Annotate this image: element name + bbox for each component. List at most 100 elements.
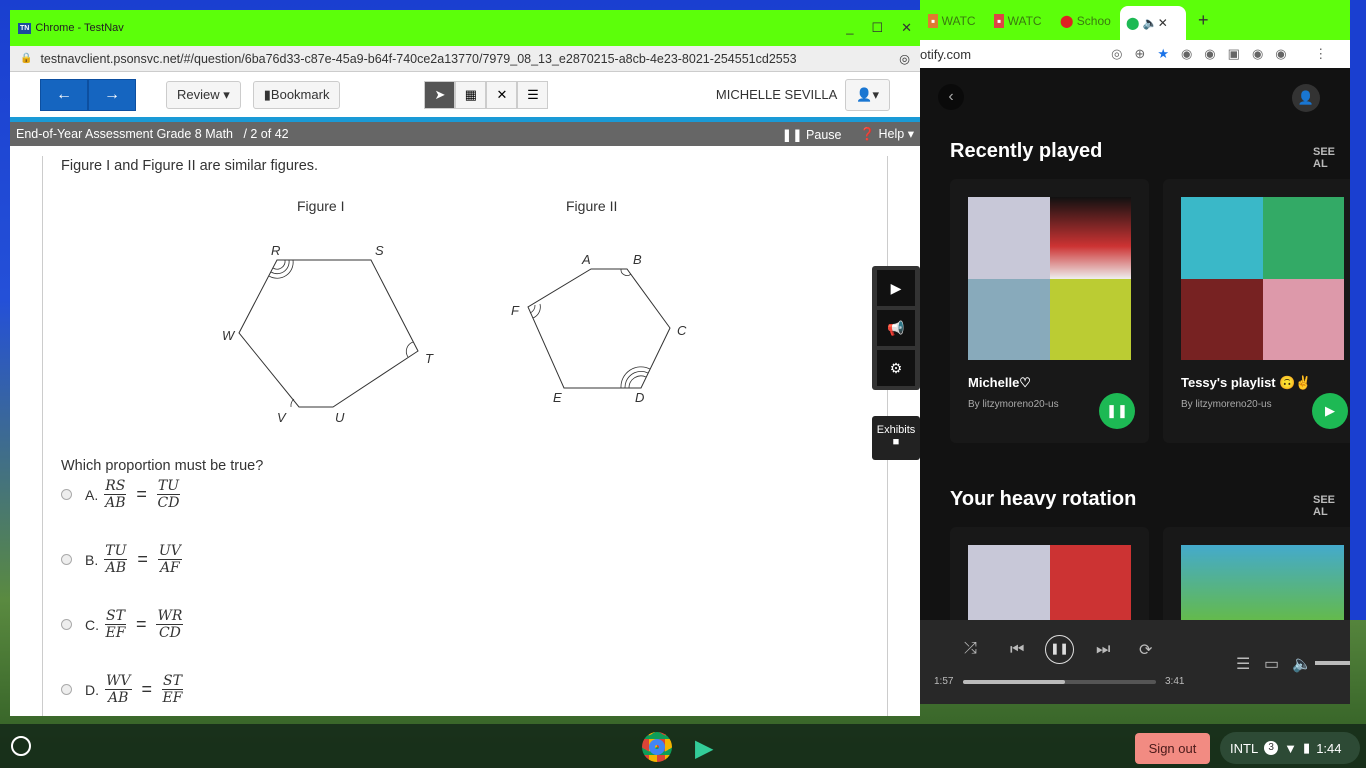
notepad-icon[interactable]: ☰ xyxy=(517,80,549,109)
figure-1-hexagon xyxy=(238,259,419,408)
previous-icon[interactable]: ⏮ xyxy=(1010,641,1024,659)
help-button[interactable]: ❓ Help ▾ xyxy=(859,126,914,142)
option-letter: C. xyxy=(85,616,99,633)
maximize-button[interactable]: ☐ xyxy=(871,20,883,36)
notification-count: 3 xyxy=(1264,741,1279,755)
launcher-icon[interactable] xyxy=(11,736,31,756)
next-icon[interactable]: ⏭ xyxy=(1096,641,1110,659)
close-button[interactable]: ✕ xyxy=(901,20,912,36)
play-store-icon[interactable]: ▶ xyxy=(695,734,713,763)
elapsed-time: 1:57 xyxy=(934,676,954,687)
vertex-label: T xyxy=(425,351,434,366)
next-button[interactable]: → xyxy=(88,78,136,111)
play-icon[interactable]: ▶ xyxy=(1312,393,1348,429)
desktop-strip xyxy=(1350,0,1366,620)
play-icon[interactable]: ▶ xyxy=(877,270,915,306)
review-button[interactable]: Review ▾ xyxy=(166,80,241,109)
browser-tabs: ▪ WATC ▪ WATC ⬤ Schoo ⬤ 🔈✕ + xyxy=(920,0,1350,40)
radio-button[interactable] xyxy=(61,554,72,565)
volume-slider[interactable] xyxy=(1315,661,1350,665)
pause-button[interactable]: ❚❚ Pause xyxy=(782,127,842,142)
spotify-window: ▪ WATC ▪ WATC ⬤ Schoo ⬤ 🔈✕ + otify.com ◎⊕… xyxy=(920,0,1350,620)
sign-out-button[interactable]: Sign out xyxy=(1135,733,1210,764)
vertex-label: R xyxy=(271,243,280,258)
duration-time: 3:41 xyxy=(1165,676,1185,687)
eliminator-icon[interactable]: ✕ xyxy=(486,80,518,109)
spotify-tab[interactable]: ⬤ 🔈✕ xyxy=(1120,6,1186,40)
numerator: UV xyxy=(157,543,182,560)
status-tray[interactable]: INTL 3 ▼ ▮ 1:44 xyxy=(1220,732,1360,764)
repeat-icon[interactable]: ⟳ xyxy=(1139,640,1152,660)
question-intro: Figure I and Figure II are similar figur… xyxy=(61,158,319,174)
address-bar[interactable]: 🔒 testnavclient.psonsvc.net/#/question/6b… xyxy=(10,46,920,72)
new-tab-button[interactable]: + xyxy=(1198,10,1209,31)
vertex-label: D xyxy=(635,390,644,405)
wifi-icon: ▼ xyxy=(1284,740,1298,756)
progress-bar[interactable] xyxy=(963,680,1156,684)
calculator-icon[interactable]: ▦ xyxy=(455,80,487,109)
recently-played-heading: Recently played xyxy=(950,140,1103,162)
radio-button[interactable] xyxy=(61,619,72,630)
gear-icon[interactable]: ⚙ xyxy=(877,350,915,386)
spotify-address-bar[interactable]: otify.com ◎⊕★◉◉▣◉◉ ⋮ xyxy=(920,40,1350,68)
radio-button[interactable] xyxy=(61,684,72,695)
playlist-card[interactable] xyxy=(950,527,1149,620)
playlist-card[interactable]: Michelle♡ By litzymoreno20-us ❚❚ xyxy=(950,179,1149,443)
browser-tab[interactable]: ▪ WATC xyxy=(928,14,976,28)
spotify-url: otify.com xyxy=(920,46,972,62)
lock-icon: 🔒 xyxy=(20,53,33,64)
see-all-link[interactable]: SEE AL xyxy=(1313,146,1350,170)
window-title: Chrome - TestNav xyxy=(35,22,124,34)
playlist-card[interactable]: Tessy's playlist 🙃✌ By litzymoreno20-us … xyxy=(1163,179,1350,443)
tab-title: WATC xyxy=(941,14,976,28)
option-letter: D. xyxy=(85,681,99,698)
pause-button[interactable]: ❚❚ xyxy=(1045,635,1074,664)
megaphone-icon[interactable]: 📢 xyxy=(877,310,915,346)
option-letter: B. xyxy=(85,551,99,568)
exhibits-button[interactable]: Exhibits ■ xyxy=(872,416,920,460)
denominator: AB xyxy=(105,495,126,511)
answer-option[interactable]: D. WV AB = ST EF xyxy=(61,673,189,706)
shuffle-icon[interactable]: ⤮ xyxy=(964,640,977,658)
answer-option[interactable]: A. RS AB = TU CD xyxy=(61,478,186,511)
pause-icon[interactable]: ❚❚ xyxy=(1099,393,1135,429)
vertex-label: B xyxy=(633,252,642,267)
volume-icon[interactable]: 🔈 xyxy=(1292,654,1312,674)
devices-icon[interactable]: ▭ xyxy=(1264,654,1279,674)
fraction: TU AB xyxy=(104,543,128,576)
answer-option[interactable]: C. ST EF = WR CD xyxy=(61,608,189,641)
user-menu-button[interactable]: 👤▾ xyxy=(845,78,890,111)
see-all-link[interactable]: SEE AL xyxy=(1313,494,1350,518)
playlist-cover xyxy=(968,545,1131,620)
numerator: ST xyxy=(105,608,126,625)
numerator: WV xyxy=(105,673,132,690)
minimize-button[interactable]: _ xyxy=(846,20,853,36)
option-letter: A. xyxy=(85,486,99,503)
vertex-label: F xyxy=(511,303,520,318)
radio-button[interactable] xyxy=(61,489,72,500)
equals-sign: = xyxy=(135,614,147,634)
back-arrow-icon[interactable]: ‹ xyxy=(938,84,964,110)
question-progress: / 2 of 42 xyxy=(243,127,289,141)
playlist-cover xyxy=(968,197,1131,360)
queue-icon[interactable]: ☰ xyxy=(1236,654,1250,674)
playlist-card[interactable] xyxy=(1163,527,1350,620)
review-label: Review xyxy=(177,87,220,102)
playlist-cover xyxy=(1181,197,1344,360)
testnav-window: TN Chrome - TestNav _ ☐ ✕ 🔒 testnavclient.ps… xyxy=(10,10,920,716)
chrome-icon[interactable] xyxy=(642,732,672,762)
exhibits-label: Exhibits xyxy=(876,424,916,436)
test-name: End-of-Year Assessment Grade 8 Math xyxy=(16,127,234,141)
playlist-owner: By litzymoreno20-us xyxy=(1181,399,1272,410)
pointer-tool-icon[interactable]: ➤ xyxy=(424,80,456,109)
bookmark-button[interactable]: ▮ Bookmark xyxy=(252,80,341,109)
fraction: UV AF xyxy=(157,543,182,576)
back-button[interactable]: ← xyxy=(40,78,88,111)
browser-tab[interactable]: ▪ WATC xyxy=(994,14,1042,28)
battery-icon: ▮ xyxy=(1303,740,1311,755)
playlist-cover xyxy=(1181,545,1344,620)
answer-option[interactable]: B. TU AB = UV AF xyxy=(61,543,188,576)
clock: 1:44 xyxy=(1316,740,1342,756)
profile-icon[interactable]: 👤 xyxy=(1292,84,1320,112)
browser-tab[interactable]: ⬤ Schoo xyxy=(1060,14,1111,28)
